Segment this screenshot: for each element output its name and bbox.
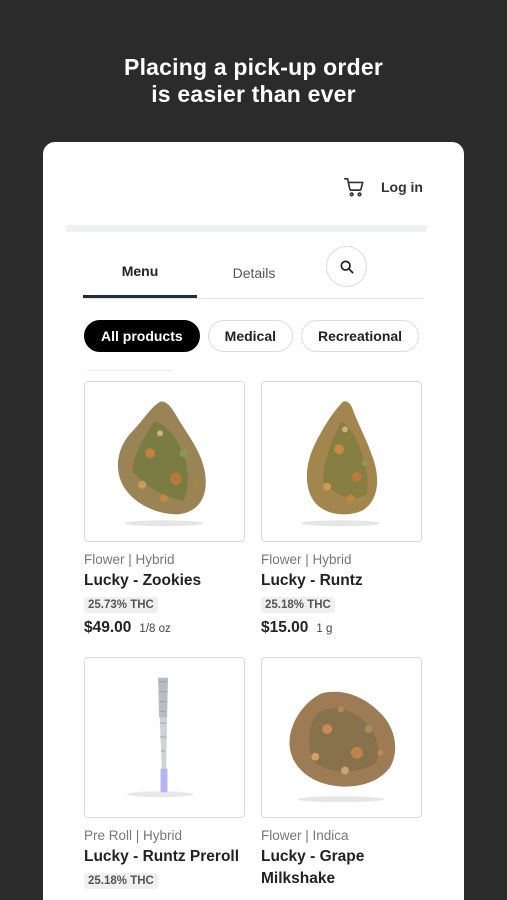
filter-all-products[interactable]: All products bbox=[84, 320, 200, 352]
product-image[interactable] bbox=[261, 381, 422, 542]
thc-badge: 25.18% THC bbox=[261, 597, 335, 613]
app-screen: Log in Menu Details All products Medical… bbox=[43, 142, 464, 900]
login-link[interactable]: Log in bbox=[381, 179, 423, 195]
cart-icon[interactable] bbox=[343, 176, 365, 198]
price-row: $49.00 1/8 oz bbox=[84, 619, 246, 637]
product-card-runtz[interactable]: Flower | Hybrid Lucky - Runtz 25.18% THC… bbox=[261, 381, 423, 637]
product-image[interactable] bbox=[261, 657, 422, 818]
product-price: $15.00 bbox=[261, 619, 309, 636]
product-card-zookies[interactable]: Flower | Hybrid Lucky - Zookies 25.73% T… bbox=[84, 381, 246, 637]
pre-roll-icon bbox=[126, 677, 194, 798]
product-image[interactable] bbox=[84, 657, 245, 818]
tab-details[interactable]: Details bbox=[197, 247, 311, 299]
product-category: Flower | Hybrid bbox=[84, 552, 175, 567]
product-price: $49.00 bbox=[84, 619, 132, 636]
product-quantity: 1/8 oz bbox=[139, 623, 171, 635]
promo-headline: Placing a pick-up order is easier than e… bbox=[0, 54, 507, 108]
product-card-runtz-preroll[interactable]: Pre Roll | Hybrid Lucky - Runtz Preroll … bbox=[84, 657, 246, 889]
filter-chips: All products Medical Recreational bbox=[84, 320, 420, 352]
headline-line-1: Placing a pick-up order bbox=[124, 54, 383, 80]
product-name: Lucky - Runtz Preroll bbox=[84, 848, 240, 865]
product-category: Flower | Hybrid bbox=[261, 552, 352, 567]
flower-bud-icon bbox=[289, 691, 396, 803]
product-category: Pre Roll | Hybrid bbox=[84, 828, 183, 843]
search-icon bbox=[339, 259, 354, 274]
product-name: Lucky - Zookies bbox=[84, 572, 202, 589]
flower-bud-icon bbox=[301, 401, 381, 527]
filter-medical[interactable]: Medical bbox=[207, 320, 294, 352]
section-divider bbox=[87, 370, 173, 371]
product-name: Lucky - Grape Milkshake bbox=[261, 848, 365, 887]
flower-bud-icon bbox=[117, 401, 206, 527]
tab-menu[interactable]: Menu bbox=[83, 247, 197, 298]
search-button[interactable] bbox=[326, 246, 367, 287]
product-quantity: 1 g bbox=[316, 623, 333, 635]
top-bar: Log in bbox=[343, 176, 423, 198]
thc-badge: 25.73% THC bbox=[84, 597, 158, 613]
product-category: Flower | Indica bbox=[261, 828, 349, 843]
headline-line-2: is easier than ever bbox=[151, 81, 356, 107]
price-row: $15.00 1 g bbox=[261, 619, 423, 637]
thc-badge: 25.18% THC bbox=[84, 873, 158, 889]
filter-recreational[interactable]: Recreational bbox=[301, 320, 420, 352]
product-name: Lucky - Runtz bbox=[261, 572, 363, 589]
product-image[interactable] bbox=[84, 381, 245, 542]
product-card-grape-milkshake[interactable]: Flower | Indica Lucky - Grape Milkshake bbox=[261, 657, 423, 890]
tab-bar: Menu Details bbox=[83, 247, 423, 299]
divider-strip bbox=[66, 225, 427, 232]
